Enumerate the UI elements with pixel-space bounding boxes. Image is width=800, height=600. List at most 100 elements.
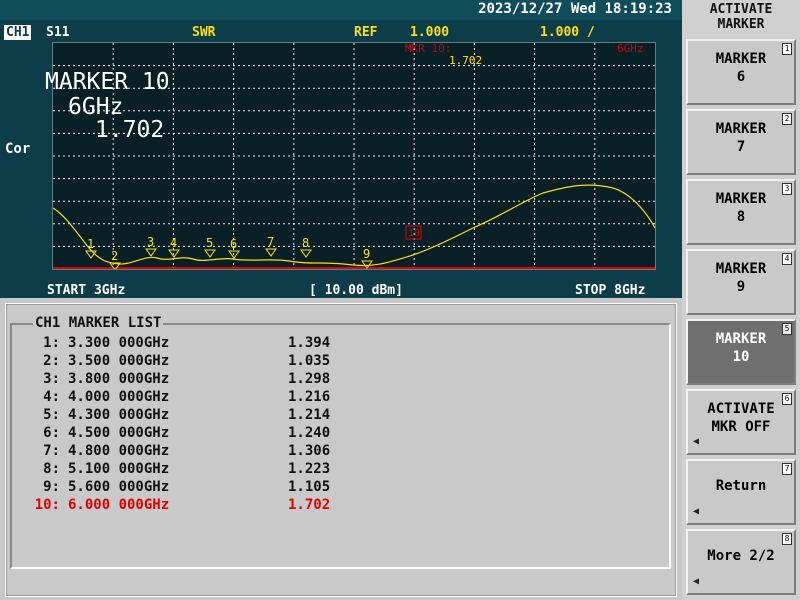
marker-frequency: 3.300 000GHz <box>68 335 170 351</box>
marker-number: 2: <box>43 353 60 369</box>
correction-status: Cor <box>5 141 31 157</box>
marker-value: 1.105 <box>288 479 331 495</box>
softkey-2[interactable]: 2 MARKER 7 <box>686 109 796 175</box>
softkey-label: MARKER <box>715 261 767 277</box>
marker-label-3: 3 <box>147 235 154 249</box>
marker-label-10: 10 <box>408 228 420 239</box>
stop-frequency: STOP 8GHz <box>575 283 646 298</box>
marker-triangle-9 <box>361 260 373 269</box>
softkey-sublabel: 9 <box>736 279 746 295</box>
marker-frequency: 4.300 000GHz <box>68 407 170 423</box>
marker-list-row: 8: 5.100 000GHz 1.223 <box>30 461 360 479</box>
marker-number: 1: <box>43 335 60 351</box>
marker-list-row: 9: 5.600 000GHz 1.105 <box>30 479 360 497</box>
format-label: SWR <box>192 25 216 40</box>
softkey-sublabel: MKR OFF <box>711 419 771 435</box>
marker-frequency: 4.500 000GHz <box>68 425 170 441</box>
marker-number: 4: <box>43 389 60 405</box>
marker-label-4: 4 <box>170 236 177 250</box>
marker-list-row: 5: 4.300 000GHz 1.214 <box>30 407 360 425</box>
ref-label: REF <box>354 25 378 40</box>
softkey-sublabel: 10 <box>732 349 750 365</box>
softkey-label: MARKER <box>715 51 767 67</box>
marker-triangle-4 <box>168 249 180 258</box>
marker-triangle-8 <box>300 249 312 258</box>
marker-value: 1.306 <box>288 443 331 459</box>
softkey-label: MARKER <box>715 121 767 137</box>
softkey-title-line-1: ACTIVATE <box>709 2 773 17</box>
status-bar: 2023/12/27 Wed 18:19:23 <box>0 0 682 20</box>
marker-frequency: 3.800 000GHz <box>68 371 170 387</box>
softkey-menu-title: ACTIVATE MARKER <box>685 2 797 36</box>
datetime: 2023/12/27 Wed 18:19:23 <box>478 1 672 17</box>
softkey-title-line-2: MARKER <box>717 17 765 32</box>
softkey-5[interactable]: 5 MARKER 10 <box>686 319 796 385</box>
marker-frequency: 4.000 000GHz <box>68 389 170 405</box>
marker-number: 9: <box>43 479 60 495</box>
softkey-1[interactable]: 1 MARKER 6 <box>686 39 796 105</box>
softkey-number: 8 <box>782 533 792 545</box>
marker-list-row: 4: 4.000 000GHz 1.216 <box>30 389 360 407</box>
marker-label-2: 2 <box>111 249 118 263</box>
marker-number: 6: <box>43 425 60 441</box>
marker-label-7: 7 <box>267 235 274 249</box>
marker-value: 1.298 <box>288 371 331 387</box>
marker-readout-value: 1.702 <box>449 54 483 67</box>
start-frequency: START 3GHz <box>47 283 126 298</box>
marker-readout-label: MKR 10: <box>405 42 452 55</box>
marker-number: 5: <box>43 407 60 423</box>
marker-list-row: 6: 4.500 000GHz 1.240 <box>30 425 360 443</box>
softkey-sublabel: 7 <box>736 139 746 155</box>
softkey-4[interactable]: 4 MARKER 9 <box>686 249 796 315</box>
marker-frequency: 4.800 000GHz <box>68 443 170 459</box>
marker-number: 8: <box>43 461 60 477</box>
triangle-left-icon: ◀ <box>693 506 700 517</box>
softkey-sublabel: 6 <box>736 69 746 85</box>
marker-frequency: 5.100 000GHz <box>68 461 170 477</box>
source-power: [ 10.00 dBm] <box>309 283 403 298</box>
marker-value: 1.223 <box>288 461 331 477</box>
softkey-label: Return <box>715 478 767 494</box>
softkey-6[interactable]: 6 ACTIVATE MKR OFF ◀ <box>686 389 796 455</box>
marker-label-1: 1 <box>87 237 94 251</box>
softkey-label: MARKER <box>715 191 767 207</box>
softkey-label: MARKER <box>715 331 767 347</box>
marker-frequency: 5.600 000GHz <box>68 479 170 495</box>
marker-number: 3: <box>43 371 60 387</box>
marker-triangle-5 <box>204 249 216 258</box>
marker-triangle-3 <box>145 248 157 257</box>
marker-value: 1.035 <box>288 353 331 369</box>
marker-value: 1.214 <box>288 407 331 423</box>
softkey-label: More 2/2 <box>707 548 775 564</box>
softkey-number: 7 <box>782 463 792 475</box>
marker-label-5: 5 <box>206 236 213 250</box>
channel-label: CH1 <box>4 25 32 40</box>
marker-value: 1.702 <box>288 497 331 513</box>
softkey-8[interactable]: 8 More 2/2 ◀ <box>686 529 796 595</box>
active-marker-value: 1.702 <box>95 117 165 143</box>
active-marker-name: MARKER 10 <box>45 69 170 95</box>
marker-label-6: 6 <box>230 237 237 251</box>
marker-list-row: 7: 4.800 000GHz 1.306 <box>30 443 360 461</box>
marker-list-title: CH1 MARKER LIST <box>33 315 164 331</box>
ref-value: 1.000 <box>410 25 450 40</box>
marker-frequency: 6.000 000GHz <box>68 497 170 513</box>
scale-value: 1.000 / <box>540 25 595 40</box>
softkey-sublabel: 8 <box>736 209 746 225</box>
marker-value: 1.240 <box>288 425 331 441</box>
marker-triangle-7 <box>265 248 277 257</box>
marker-list-row: 2: 3.500 000GHz 1.035 <box>30 353 360 371</box>
triangle-left-icon: ◀ <box>693 576 700 587</box>
parameter-label: S11 <box>46 25 70 40</box>
softkey-3[interactable]: 3 MARKER 8 <box>686 179 796 245</box>
softkey-7[interactable]: 7 Return ◀ <box>686 459 796 525</box>
marker-list-row: 1: 3.300 000GHz 1.394 <box>30 335 360 353</box>
marker-readout-frequency: 6GHz <box>617 42 644 55</box>
marker-label-9: 9 <box>363 247 370 261</box>
marker-label-8: 8 <box>302 236 309 250</box>
marker-value: 1.394 <box>288 335 331 351</box>
triangle-left-icon: ◀ <box>693 436 700 447</box>
marker-list-row: 3: 3.800 000GHz 1.298 <box>30 371 360 389</box>
marker-number: 7: <box>43 443 60 459</box>
marker-list-row: 10: 6.000 000GHz 1.702 <box>30 497 360 515</box>
